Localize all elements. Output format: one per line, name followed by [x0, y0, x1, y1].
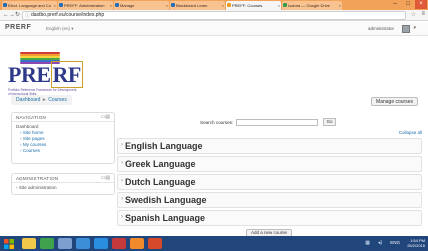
minimize-button[interactable]: – — [389, 0, 401, 9]
breadcrumb-dashboard[interactable]: Dashboard — [16, 97, 40, 103]
search-label: Search courses: — [200, 120, 234, 125]
category-name[interactable]: Greek Language — [125, 159, 196, 169]
browser-tab-label: Ioanna — Google Drive — [288, 3, 330, 8]
chevron-right-icon: › — [121, 142, 123, 148]
skype-icon[interactable] — [94, 238, 108, 249]
administration-block: ADMINISTRATION ▭▤ › Site administration — [11, 173, 115, 195]
category-row[interactable]: › Dutch Language — [117, 174, 422, 190]
reload-icon[interactable]: ↻ — [15, 11, 20, 20]
close-window-button[interactable]: × — [415, 0, 427, 9]
close-tab-icon[interactable]: × — [278, 1, 280, 10]
file-explorer-icon[interactable] — [22, 238, 36, 249]
block-title: NAVIGATION — [16, 115, 47, 120]
site-navbar: PRERF English (en) ▾ administrator ▾ — [0, 22, 428, 36]
nav-tree: Dashboard › Site home › Site pages › My … — [12, 122, 114, 156]
close-tab-icon[interactable]: × — [339, 1, 341, 10]
language-menu[interactable]: English (en) ▾ — [46, 26, 74, 32]
system-clock[interactable]: 1:54 PM 25/2/2016 — [407, 238, 425, 248]
admin-tree: › Site administration — [12, 183, 114, 193]
category-name[interactable]: Dutch Language — [125, 177, 196, 187]
go-button[interactable]: Go — [323, 118, 336, 126]
category-row[interactable]: › Swedish Language — [117, 192, 422, 208]
favicon-icon — [115, 3, 119, 7]
bookmark-star-icon[interactable]: ☆ — [411, 11, 416, 18]
collapse-all-link[interactable]: Collapse all — [399, 130, 422, 135]
os-taskbar: ▦ ◂) ENG 1:54 PM 25/2/2016 — [0, 236, 428, 251]
category-name[interactable]: Spanish Language — [125, 213, 205, 223]
nav-item-site-administration[interactable]: › Site administration — [16, 185, 110, 191]
browser-tab[interactable]: PREFF: Administration × — [58, 1, 113, 10]
chevron-right-icon: › — [121, 196, 123, 202]
address-bar: ← → ↻ ⓘ dastbo.prerf.eu/course/index.php… — [0, 10, 428, 21]
block-header: NAVIGATION ▭▤ — [12, 113, 114, 122]
firefox-icon[interactable] — [58, 238, 72, 249]
avatar[interactable] — [402, 25, 410, 33]
browser-tab-label: Manage — [120, 3, 135, 8]
url-text: dastbo.prerf.eu/course/index.php — [31, 12, 105, 18]
browser-tab[interactable]: Elect. Language and Co × — [2, 1, 57, 10]
chevron-right-icon: › — [121, 160, 123, 166]
input-language[interactable]: ENG — [390, 240, 400, 245]
site-logo[interactable]: PRERF Portfolio Reference Framework for … — [8, 52, 83, 96]
clock-date: 25/2/2016 — [407, 243, 425, 248]
chrome-icon[interactable] — [40, 238, 54, 249]
favicon-icon — [227, 3, 231, 7]
acrobat-icon[interactable] — [112, 238, 126, 249]
close-tab-icon[interactable]: × — [54, 1, 56, 10]
browser-tab-strip: Elect. Language and Co × PREFF: Administ… — [0, 0, 428, 10]
navigation-block: NAVIGATION ▭▤ Dashboard › Site home › Si… — [11, 112, 115, 164]
maximize-button[interactable]: □ — [402, 0, 414, 9]
logo-wordmark: PRERF — [8, 61, 83, 88]
category-name[interactable]: English Language — [125, 141, 203, 151]
search-input[interactable] — [236, 119, 318, 126]
browser-tab[interactable]: Ioanna — Google Drive × — [282, 1, 342, 10]
block-header: ADMINISTRATION ▭▤ — [12, 174, 114, 183]
category-row[interactable]: › English Language — [117, 138, 422, 154]
browser-tab-label: Blackboard Learn — [176, 3, 208, 8]
page-info-icon[interactable]: ⓘ — [25, 13, 30, 20]
chevron-right-icon: › — [121, 214, 123, 220]
close-tab-icon[interactable]: × — [110, 1, 112, 10]
block-title: ADMINISTRATION — [16, 176, 59, 181]
chevron-down-icon[interactable]: ▾ — [413, 25, 416, 31]
browser-tab-label: PREFF: Courses — [232, 3, 263, 8]
windows-start-icon[interactable] — [4, 239, 14, 249]
close-tab-icon[interactable]: × — [166, 1, 168, 10]
favicon-icon — [3, 3, 7, 7]
favicon-icon — [283, 3, 287, 7]
browser-tab-label: PREFF: Administration — [64, 3, 105, 8]
powerpoint-icon[interactable] — [148, 238, 162, 249]
category-name[interactable]: Swedish Language — [125, 195, 207, 205]
volume-icon[interactable]: ◂) — [378, 240, 382, 246]
nav-item-courses[interactable]: › Courses — [16, 148, 110, 154]
browser-tab[interactable]: Blackboard Learn × — [170, 1, 225, 10]
notepad-icon[interactable] — [76, 238, 90, 249]
browser-tab-active[interactable]: PREFF: Courses × — [226, 1, 281, 10]
block-controls-icon[interactable]: ▭▤ — [101, 114, 110, 120]
favicon-icon — [59, 3, 63, 7]
manage-courses-button[interactable]: Manage courses — [371, 97, 418, 106]
site-brand[interactable]: PRERF — [5, 24, 31, 31]
category-row[interactable]: › Greek Language — [117, 156, 422, 172]
browser-tab-label: Elect. Language and Co — [8, 3, 51, 8]
user-name[interactable]: administrator — [368, 26, 394, 31]
url-input[interactable]: ⓘ dastbo.prerf.eu/course/index.php — [22, 11, 406, 20]
browser-menu-icon[interactable]: ≡ — [421, 11, 425, 17]
chevron-right-icon: › — [121, 178, 123, 184]
breadcrumb: Dashboard ► Courses — [11, 95, 72, 105]
breadcrumb-separator: ► — [41, 97, 47, 103]
category-row[interactable]: › Spanish Language — [117, 210, 422, 226]
browser-tab[interactable]: Manage × — [114, 1, 169, 10]
favicon-icon — [171, 3, 175, 7]
word-icon[interactable] — [130, 238, 144, 249]
breadcrumb-courses[interactable]: Courses — [48, 97, 67, 103]
block-controls-icon[interactable]: ▭▤ — [101, 175, 110, 181]
keyboard-icon[interactable]: ▦ — [365, 240, 370, 246]
close-tab-icon[interactable]: × — [222, 1, 224, 10]
